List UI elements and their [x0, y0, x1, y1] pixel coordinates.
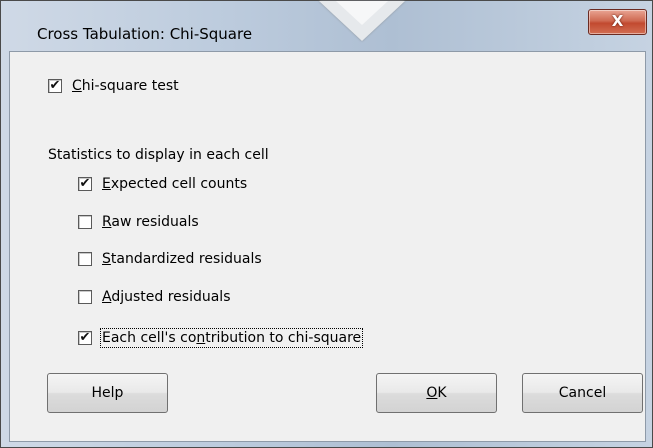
- adjusted-residuals-checkbox[interactable]: Adjusted residuals: [78, 289, 231, 305]
- checkmark-icon: ✔: [49, 78, 61, 93]
- checkbox-box[interactable]: ✔: [48, 79, 62, 93]
- checkmark-icon: ✔: [79, 330, 91, 345]
- raw-residuals-label: Raw residuals: [102, 214, 199, 230]
- close-icon: X: [611, 12, 624, 30]
- pointer-arrow-highlight: [336, 1, 388, 25]
- ok-mnemonic: O: [426, 385, 438, 401]
- window-title: Cross Tabulation: Chi-Square: [37, 25, 253, 43]
- chi-square-test-checkbox[interactable]: ✔ Chi-square test: [48, 78, 179, 94]
- raw-residuals-checkbox[interactable]: Raw residuals: [78, 214, 199, 230]
- checkmark-icon: ✔: [79, 176, 91, 191]
- checkbox-box[interactable]: ✔: [78, 177, 92, 191]
- section-label: Statistics to display in each cell: [48, 147, 269, 163]
- standardized-residuals-checkbox[interactable]: Standardized residuals: [78, 251, 262, 267]
- expected-cell-counts-checkbox[interactable]: ✔ Expected cell counts: [78, 176, 247, 192]
- checkbox-box[interactable]: [78, 252, 92, 266]
- cell-contribution-checkbox[interactable]: ✔ Each cell's contribution to chi-square: [78, 328, 364, 348]
- adjusted-residuals-label: Adjusted residuals: [102, 289, 231, 305]
- ok-label: K: [437, 385, 447, 401]
- checkbox-box[interactable]: ✔: [78, 331, 92, 345]
- standardized-residuals-label: Standardized residuals: [102, 251, 262, 267]
- cancel-button[interactable]: Cancel: [522, 373, 643, 413]
- chi-square-test-label: Chi-square test: [72, 78, 179, 94]
- expected-cell-counts-label: Expected cell counts: [102, 176, 248, 192]
- ok-button[interactable]: OK: [376, 373, 497, 413]
- checkbox-box[interactable]: [78, 215, 92, 229]
- cell-contribution-label: Each cell's contribution to chi-square: [99, 328, 364, 348]
- close-button[interactable]: X: [588, 9, 647, 35]
- help-button[interactable]: Help: [47, 373, 168, 413]
- dialog-window: Cross Tabulation: Chi-Square X ✔ Chi-squ…: [0, 0, 653, 448]
- checkbox-box[interactable]: [78, 290, 92, 304]
